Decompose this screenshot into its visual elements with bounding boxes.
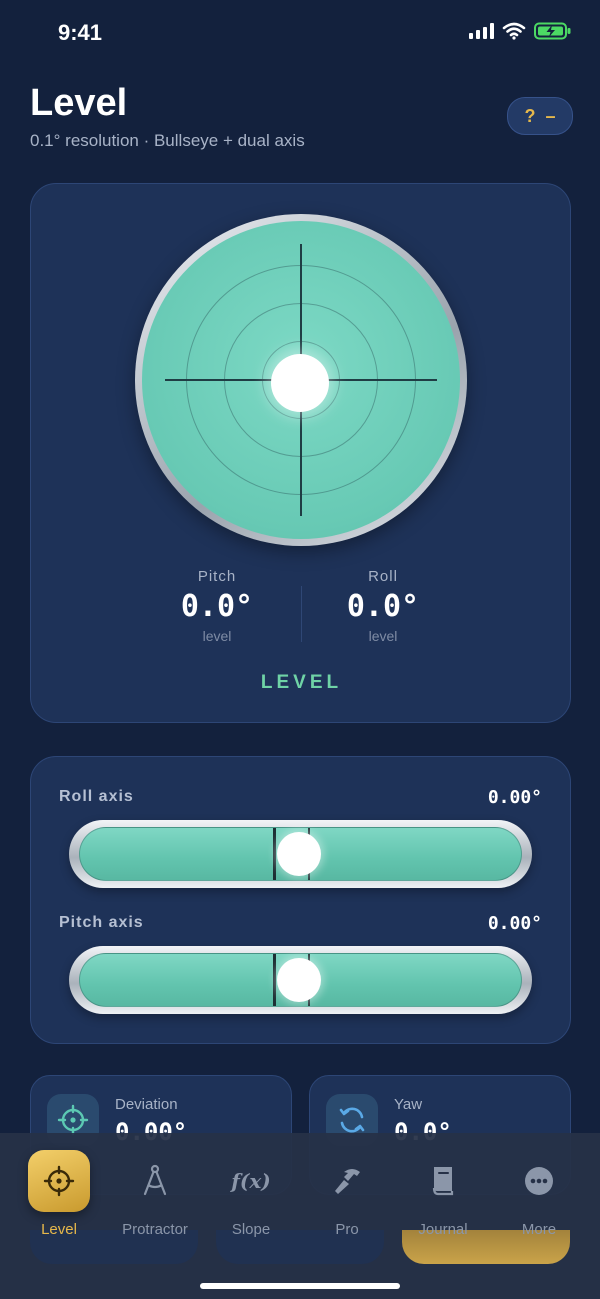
- help-dash: –: [545, 105, 556, 126]
- pitch-axis-value: 0.00°: [487, 913, 542, 934]
- roll-vial-tick-left: [273, 828, 276, 880]
- bullseye-level: [135, 214, 467, 546]
- tab-label: Slope: [231, 1221, 271, 1238]
- yaw-label: Yaw: [394, 1096, 423, 1113]
- roll-label: Roll: [368, 568, 398, 585]
- compass-icon: [124, 1150, 186, 1212]
- roll-axis-value: 0.00°: [487, 787, 542, 808]
- book-icon: [412, 1150, 474, 1212]
- bullseye-card: Pitch 0.0° level Roll 0.0° level LEVEL: [30, 183, 571, 723]
- tab-protractor[interactable]: Protractor: [107, 1150, 203, 1240]
- tab-level[interactable]: Level: [11, 1150, 107, 1240]
- roll-axis-vial: [69, 820, 532, 888]
- pitch-status: level: [202, 628, 232, 644]
- pitch-axis-label: Pitch axis: [59, 914, 144, 931]
- tab-label: Protractor: [122, 1221, 188, 1238]
- roll-axis-label: Roll axis: [59, 788, 134, 805]
- battery-charging-icon: [534, 22, 571, 40]
- roll-value: 0.0°: [346, 589, 420, 624]
- tab-slope[interactable]: f(x) Slope: [203, 1150, 299, 1240]
- tab-more[interactable]: More: [491, 1150, 587, 1240]
- bullseye-face: [142, 221, 460, 539]
- pitch-axis-vial: [69, 946, 532, 1014]
- tab-label: Level: [41, 1221, 77, 1238]
- page-subtitle: 0.1° resolution · Bullseye + dual axis: [30, 131, 305, 150]
- level-status: LEVEL: [260, 672, 343, 693]
- bullseye-bubble: [271, 354, 329, 412]
- pitch-vial-tick-left: [273, 954, 276, 1006]
- axes-card: Roll axis 0.00° Pitch axis 0.00°: [30, 756, 571, 1044]
- help-button[interactable]: ? –: [507, 97, 573, 135]
- roll-vial-bubble: [277, 832, 321, 876]
- roll-status: level: [368, 628, 398, 644]
- tab-label: More: [521, 1221, 557, 1238]
- cellular-signal-icon: [469, 23, 494, 39]
- pitch-readout: Pitch 0.0° level: [137, 568, 297, 644]
- home-indicator: [200, 1283, 400, 1289]
- roll-readout: Roll 0.0° level: [303, 568, 463, 644]
- tab-pro[interactable]: Pro: [299, 1150, 395, 1240]
- status-time: 9:41: [58, 20, 103, 45]
- tab-label: Pro: [335, 1221, 359, 1238]
- hammer-icon: [316, 1150, 378, 1212]
- status-bar: 9:41: [0, 0, 600, 64]
- more-icon: [508, 1150, 570, 1212]
- help-label: ?: [524, 105, 536, 126]
- tab-journal[interactable]: Journal: [395, 1150, 491, 1240]
- wifi-icon: [502, 22, 526, 40]
- pitch-vial-bubble: [277, 958, 321, 1002]
- function-glyph: f(x): [231, 1169, 271, 1193]
- crosshair-icon: [28, 1150, 90, 1212]
- angle-readouts: Pitch 0.0° level Roll 0.0° level: [31, 568, 572, 648]
- readout-divider: [301, 586, 302, 642]
- status-icons: [469, 22, 572, 40]
- function-icon: f(x): [220, 1150, 282, 1212]
- page-title: Level: [30, 82, 128, 124]
- deviation-label: Deviation: [115, 1096, 178, 1113]
- tab-label: Journal: [418, 1221, 468, 1238]
- pitch-value: 0.0°: [180, 589, 254, 624]
- pitch-label: Pitch: [197, 568, 237, 585]
